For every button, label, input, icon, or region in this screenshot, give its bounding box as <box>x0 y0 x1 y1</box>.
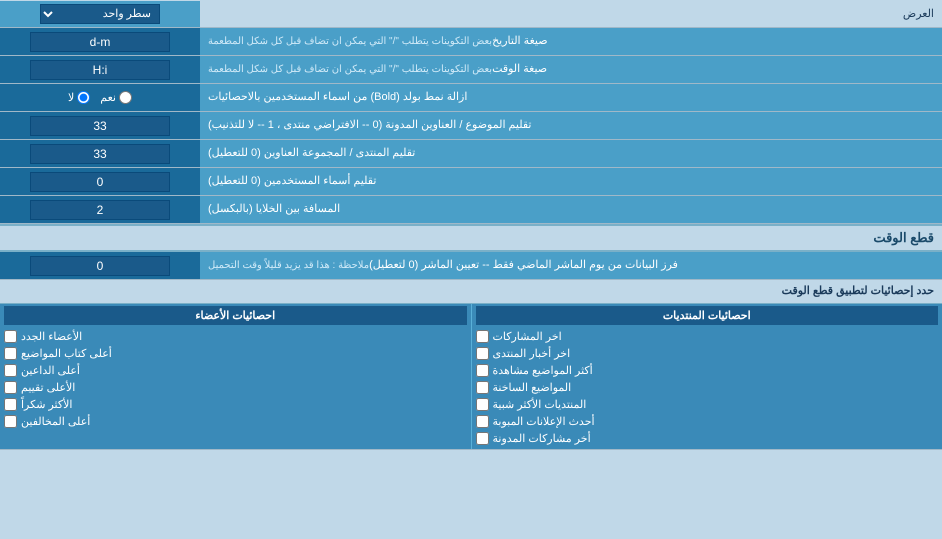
date-format-label: صيغة التاريخ بعض التكوينات يتطلب "/" الت… <box>200 28 942 55</box>
checkboxes-col2: احصائيات الأعضاء الأعضاء الجدد أعلى كتاب… <box>0 304 471 449</box>
radio-yes-label: نعم <box>100 91 116 104</box>
date-format-input-area <box>0 28 200 55</box>
bold-remove-radio-area: نعم لا <box>0 84 200 111</box>
cutoff-days-label: فرز البيانات من يوم الماشر الماضي فقط --… <box>200 252 942 279</box>
cb-col1-item-3: المواضيع الساخنة <box>476 379 939 396</box>
cb-col2-check-2[interactable] <box>4 364 17 377</box>
cb-col2-check-0[interactable] <box>4 330 17 343</box>
cb-col2-label-3: الأعلى تقييم <box>21 381 75 394</box>
cb-col1-label-1: اخر أخبار المنتدى <box>493 347 571 360</box>
display-select[interactable]: سطر واحد <box>40 4 160 24</box>
radio-no-label: لا <box>68 91 74 104</box>
cb-col2-check-4[interactable] <box>4 398 17 411</box>
cb-col2-label-5: أعلى المخالفين <box>21 415 90 428</box>
bold-remove-row: ازالة نمط بولد (Bold) من اسماء المستخدمي… <box>0 84 942 112</box>
cb-col2-item-5: أعلى المخالفين <box>4 413 467 430</box>
forum-group-trim-input[interactable] <box>30 144 170 164</box>
cb-col2-label-2: أعلى الداعين <box>21 364 80 377</box>
cb-col2-item-2: أعلى الداعين <box>4 362 467 379</box>
cb-col1-item-1: اخر أخبار المنتدى <box>476 345 939 362</box>
checkboxes-col1: احصائيات المنتديات اخر المشاركات اخر أخب… <box>471 304 942 449</box>
time-format-label: صيغة الوقت بعض التكوينات يتطلب "/" التي … <box>200 56 942 83</box>
cb-col1-item-5: أحدث الإعلانات المبوبة <box>476 413 939 430</box>
cb-col1-check-6[interactable] <box>476 432 489 445</box>
bold-remove-label: ازالة نمط بولد (Bold) من اسماء المستخدمي… <box>200 84 942 111</box>
cb-col2-check-3[interactable] <box>4 381 17 394</box>
cb-col1-item-6: أخر مشاركات المدونة <box>476 430 939 447</box>
cb-col2-label-1: أعلى كتاب المواضيع <box>21 347 112 360</box>
cutoff-days-input[interactable] <box>30 256 170 276</box>
cell-spacing-input[interactable] <box>30 200 170 220</box>
cb-col2-item-3: الأعلى تقييم <box>4 379 467 396</box>
cb-col1-check-4[interactable] <box>476 398 489 411</box>
cutoff-days-input-area <box>0 252 200 279</box>
radio-no-input[interactable] <box>77 91 90 104</box>
forum-group-trim-label: تقليم المنتدى / المجموعة العناوين (0 للت… <box>200 140 942 167</box>
cb-col1-label-4: المنتديات الأكثر شبية <box>493 398 587 411</box>
cb-col1-check-1[interactable] <box>476 347 489 360</box>
cb-col2-item-0: الأعضاء الجدد <box>4 328 467 345</box>
user-names-trim-input[interactable] <box>30 172 170 192</box>
cb-col1-check-0[interactable] <box>476 330 489 343</box>
user-names-trim-input-area <box>0 168 200 195</box>
cb-col2-label-0: الأعضاء الجدد <box>21 330 82 343</box>
cb-col1-label-6: أخر مشاركات المدونة <box>493 432 591 445</box>
cb-col1-label-3: المواضيع الساخنة <box>493 381 572 394</box>
cb-col1-label-5: أحدث الإعلانات المبوبة <box>493 415 595 428</box>
top-row: العرض سطر واحد <box>0 0 942 28</box>
cell-spacing-label: المسافة بين الخلايا (بالبكسل) <box>200 196 942 223</box>
user-names-trim-row: تقليم أسماء المستخدمين (0 للتعطيل) <box>0 168 942 196</box>
cb-col1-item-2: أكثر المواضيع مشاهدة <box>476 362 939 379</box>
date-format-input[interactable] <box>30 32 170 52</box>
dropdown-area: سطر واحد <box>0 1 200 27</box>
cb-col1-item-0: اخر المشاركات <box>476 328 939 345</box>
cb-col1-check-5[interactable] <box>476 415 489 428</box>
main-container: العرض سطر واحد صيغة التاريخ بعض التكوينا… <box>0 0 942 450</box>
cb-col1-label-2: أكثر المواضيع مشاهدة <box>493 364 593 377</box>
col1-title: احصائيات المنتديات <box>476 306 939 325</box>
radio-yes[interactable]: نعم <box>100 91 132 104</box>
forum-topic-trim-input-area <box>0 112 200 139</box>
time-format-input[interactable] <box>30 60 170 80</box>
col2-title: احصائيات الأعضاء <box>4 306 467 325</box>
radio-no[interactable]: لا <box>68 91 90 104</box>
date-format-row: صيغة التاريخ بعض التكوينات يتطلب "/" الت… <box>0 28 942 56</box>
radio-yes-input[interactable] <box>119 91 132 104</box>
cb-col2-check-5[interactable] <box>4 415 17 428</box>
time-format-row: صيغة الوقت بعض التكوينات يتطلب "/" التي … <box>0 56 942 84</box>
cell-spacing-row: المسافة بين الخلايا (بالبكسل) <box>0 196 942 224</box>
cb-col2-check-1[interactable] <box>4 347 17 360</box>
time-format-input-area <box>0 56 200 83</box>
checkboxes-header-label: حدد إحصائيات لتطبيق قطع الوقت <box>0 280 942 303</box>
cb-col1-check-3[interactable] <box>476 381 489 394</box>
header-label: العرض <box>200 3 942 24</box>
forum-group-trim-input-area <box>0 140 200 167</box>
cutoff-days-row: فرز البيانات من يوم الماشر الماضي فقط --… <box>0 252 942 280</box>
checkboxes-section: حدد إحصائيات لتطبيق قطع الوقت احصائيات ا… <box>0 280 942 450</box>
forum-topic-trim-input[interactable] <box>30 116 170 136</box>
forum-topic-trim-label: تقليم الموضوع / العناوين المدونة (0 -- ا… <box>200 112 942 139</box>
user-names-trim-label: تقليم أسماء المستخدمين (0 للتعطيل) <box>200 168 942 195</box>
cell-spacing-input-area <box>0 196 200 223</box>
cutoff-section-header: قطع الوقت <box>0 224 942 252</box>
cb-col2-item-1: أعلى كتاب المواضيع <box>4 345 467 362</box>
forum-topic-trim-row: تقليم الموضوع / العناوين المدونة (0 -- ا… <box>0 112 942 140</box>
cb-col2-item-4: الأكثر شكراً <box>4 396 467 413</box>
cb-col2-label-4: الأكثر شكراً <box>21 398 72 411</box>
cb-col1-label-0: اخر المشاركات <box>493 330 562 343</box>
forum-group-trim-row: تقليم المنتدى / المجموعة العناوين (0 للت… <box>0 140 942 168</box>
checkboxes-header-row: حدد إحصائيات لتطبيق قطع الوقت <box>0 280 942 304</box>
checkboxes-columns: احصائيات المنتديات اخر المشاركات اخر أخب… <box>0 304 942 449</box>
cb-col1-check-2[interactable] <box>476 364 489 377</box>
cb-col1-item-4: المنتديات الأكثر شبية <box>476 396 939 413</box>
